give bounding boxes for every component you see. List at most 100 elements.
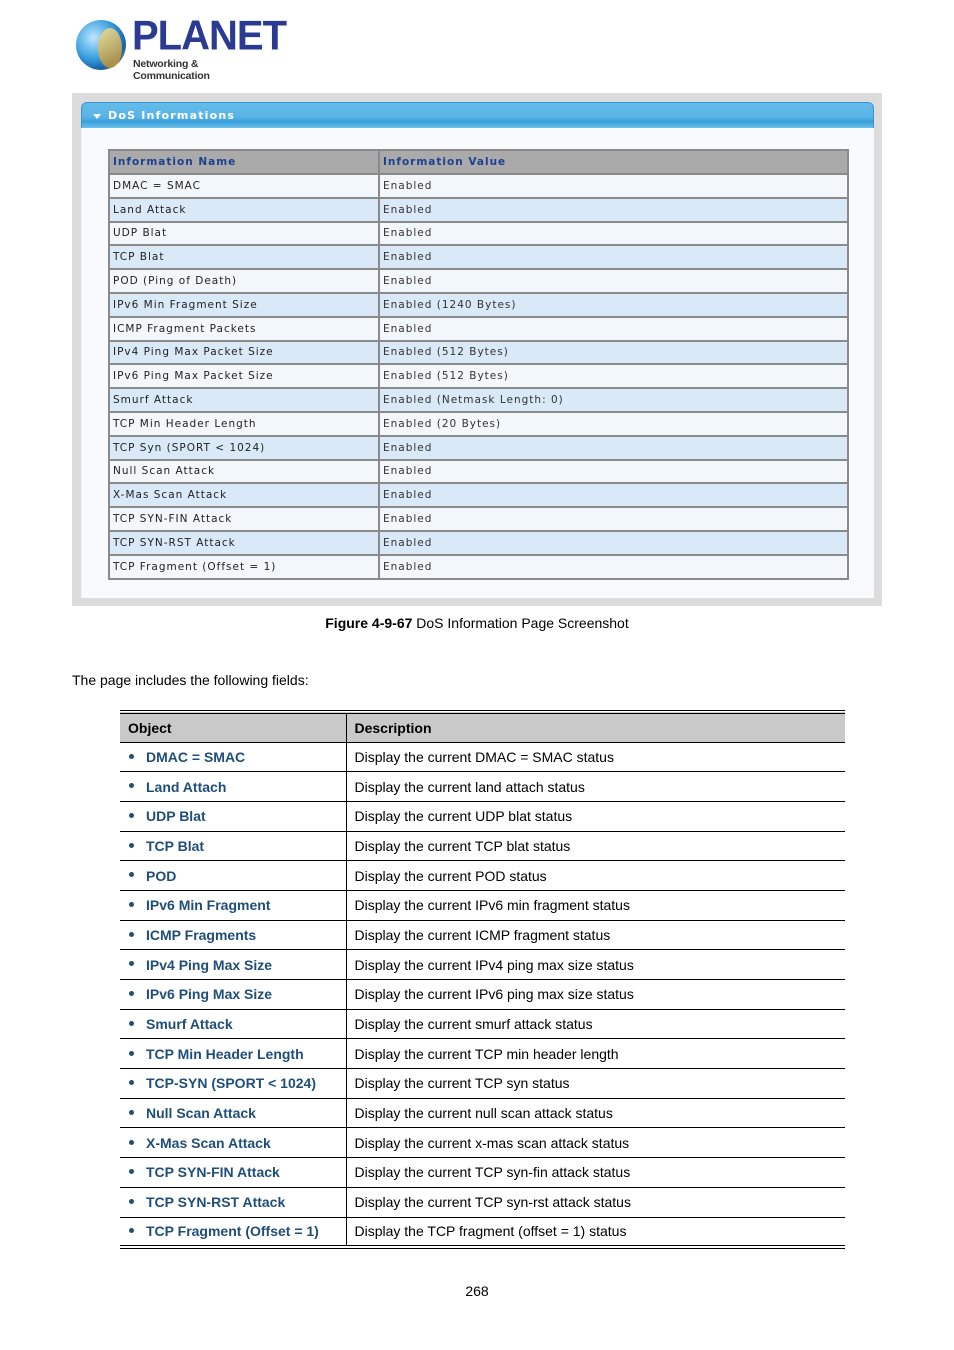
- info-table-row: ICMP Fragment Packets Enabled: [108, 315, 849, 342]
- bullet-icon: [129, 931, 134, 937]
- information-name: TCP SYN-FIN Attack: [108, 506, 380, 532]
- fields-table-row: TCP SYN-RST Attack Display the current TC…: [120, 1187, 845, 1218]
- fields-table-row: DMAC = SMAC Display the current DMAC = SM…: [120, 742, 845, 773]
- bullet-icon: [129, 872, 134, 878]
- field-description: Display the current land attach status: [346, 771, 845, 802]
- dos-info-table: Information Name Information Value DMAC …: [108, 149, 849, 580]
- bullet-icon: [129, 842, 134, 848]
- information-value: Enabled (Netmask Length: 0): [378, 387, 849, 413]
- info-table-header: Information Name Information Value: [108, 149, 849, 175]
- fields-table: Object Description DMAC = SMAC Display th…: [120, 710, 845, 1249]
- header-information-name: Information Name: [108, 149, 380, 175]
- field-object-label: TCP SYN-RST Attack: [146, 1194, 286, 1211]
- fields-table-header: Object Description: [120, 710, 845, 743]
- information-name: DMAC = SMAC: [108, 173, 380, 199]
- field-object-label: Null Scan Attack: [146, 1105, 256, 1122]
- information-value: Enabled: [378, 458, 849, 485]
- bullet-icon: [129, 961, 134, 967]
- field-object-label: UDP Blat: [146, 808, 206, 825]
- field-object: X-Mas Scan Attack: [120, 1127, 347, 1159]
- field-description: Display the current DMAC = SMAC status: [346, 742, 845, 773]
- info-table-row: X-Mas Scan Attack Enabled: [108, 482, 849, 509]
- bullet-icon: [129, 1139, 134, 1145]
- information-name: TCP Fragment (Offset = 1): [108, 553, 380, 580]
- bullet-icon: [129, 1198, 134, 1204]
- figure-text: DoS Information Page Screenshot: [412, 615, 629, 631]
- info-table-row: IPv4 Ping Max Packet Size Enabled (512 By…: [108, 339, 849, 366]
- field-object: IPv6 Min Fragment: [120, 890, 347, 921]
- planet-logo: PLANET Networking & Communication: [76, 13, 287, 82]
- field-object: Smurf Attack: [120, 1009, 347, 1040]
- field-object-label: Land Attach: [146, 778, 227, 795]
- fields-table-row: TCP SYN-FIN Attack Display the current TC…: [120, 1157, 845, 1188]
- information-name: Land Attack: [108, 196, 380, 223]
- information-name: Null Scan Attack: [108, 458, 380, 485]
- field-description: Display the current IPv4 ping max size s…: [346, 949, 845, 980]
- panel-header[interactable]: DoS Informations: [81, 102, 874, 128]
- info-table-row: TCP Syn (SPORT < 1024) Enabled: [108, 434, 849, 461]
- intro-text: The page includes the following fields:: [72, 672, 309, 688]
- information-value: Enabled (1240 Bytes): [378, 291, 849, 318]
- field-object-label: TCP SYN-FIN Attack: [146, 1164, 280, 1181]
- field-object: IPv4 Ping Max Size: [120, 949, 347, 980]
- fields-table-row: TCP Fragment (Offset = 1) Display the TCP…: [120, 1217, 845, 1249]
- bullet-icon: [129, 902, 134, 908]
- fields-table-row: IPv4 Ping Max Size Display the current IP…: [120, 949, 845, 980]
- info-table-row: UDP Blat Enabled: [108, 220, 849, 247]
- field-object: TCP Min Header Length: [120, 1038, 347, 1070]
- field-object: TCP SYN-RST Attack: [120, 1187, 347, 1218]
- field-description: Display the current smurf attack status: [346, 1009, 845, 1040]
- field-description: Display the TCP fragment (offset = 1) st…: [346, 1217, 845, 1249]
- fields-table-row: POD Display the current POD status: [120, 860, 845, 891]
- information-value: Enabled: [378, 196, 849, 223]
- page-number: 268: [465, 1283, 489, 1299]
- field-object-label: TCP Fragment (Offset = 1): [146, 1223, 319, 1240]
- field-object-label: TCP Min Header Length: [146, 1045, 304, 1062]
- header-description: Description: [346, 710, 845, 743]
- info-table-row: Land Attack Enabled: [108, 196, 849, 223]
- info-table-row: TCP Fragment (Offset = 1) Enabled: [108, 553, 849, 580]
- field-object: DMAC = SMAC: [120, 742, 347, 773]
- information-value: Enabled (512 Bytes): [378, 363, 849, 390]
- information-value: Enabled: [378, 529, 849, 556]
- header-information-value: Information Value: [378, 149, 849, 175]
- information-value: Enabled: [378, 244, 849, 271]
- information-name: TCP Syn (SPORT < 1024): [108, 434, 380, 461]
- panel-body: Information Name Information Value DMAC …: [82, 128, 873, 598]
- fields-table-row: Smurf Attack Display the current smurf at…: [120, 1009, 845, 1040]
- field-object: POD: [120, 860, 347, 891]
- field-object-label: TCP Blat: [146, 837, 205, 854]
- collapse-triangle-icon[interactable]: [93, 114, 101, 119]
- bullet-icon: [129, 783, 134, 789]
- information-value: Enabled: [378, 506, 849, 532]
- figure-label: Figure 4-9-67: [325, 615, 413, 631]
- information-value: Enabled: [378, 553, 849, 580]
- fields-table-row: Null Scan Attack Display the current null…: [120, 1098, 845, 1129]
- field-description: Display the current IPv6 min fragment st…: [346, 890, 845, 921]
- field-description: Display the current TCP syn-fin attack s…: [346, 1157, 845, 1188]
- info-table-row: POD (Ping of Death) Enabled: [108, 268, 849, 294]
- logo-brand: PLANET: [132, 12, 287, 60]
- bullet-icon: [129, 753, 134, 759]
- field-object: TCP Blat: [120, 831, 347, 862]
- field-description: Display the current ICMP fragment status: [346, 920, 845, 951]
- bullet-icon: [129, 1109, 134, 1115]
- field-object-label: X-Mas Scan Attack: [146, 1134, 271, 1151]
- field-object-label: TCP-SYN (SPORT < 1024): [146, 1075, 316, 1092]
- info-table-row: IPv6 Min Fragment Size Enabled (1240 Byte…: [108, 291, 849, 318]
- information-value: Enabled (512 Bytes): [378, 339, 849, 366]
- information-value: Enabled: [378, 268, 849, 294]
- header-object: Object: [120, 710, 347, 743]
- field-object: TCP SYN-FIN Attack: [120, 1157, 347, 1188]
- screenshot-frame: DoS Informations Information Name Inform…: [72, 93, 882, 606]
- field-description: Display the current TCP syn status: [346, 1068, 845, 1099]
- information-name: IPv6 Ping Max Packet Size: [108, 363, 380, 390]
- information-name: Smurf Attack: [108, 387, 380, 413]
- logo-tagline: Networking & Communication: [133, 58, 210, 82]
- field-description: Display the current TCP blat status: [346, 831, 845, 862]
- field-description: Display the current IPv6 ping max size s…: [346, 979, 845, 1010]
- field-description: Display the current UDP blat status: [346, 801, 845, 832]
- information-name: IPv4 Ping Max Packet Size: [108, 339, 380, 366]
- bullet-icon: [129, 813, 134, 819]
- fields-table-row: TCP Blat Display the current TCP blat sta…: [120, 831, 845, 862]
